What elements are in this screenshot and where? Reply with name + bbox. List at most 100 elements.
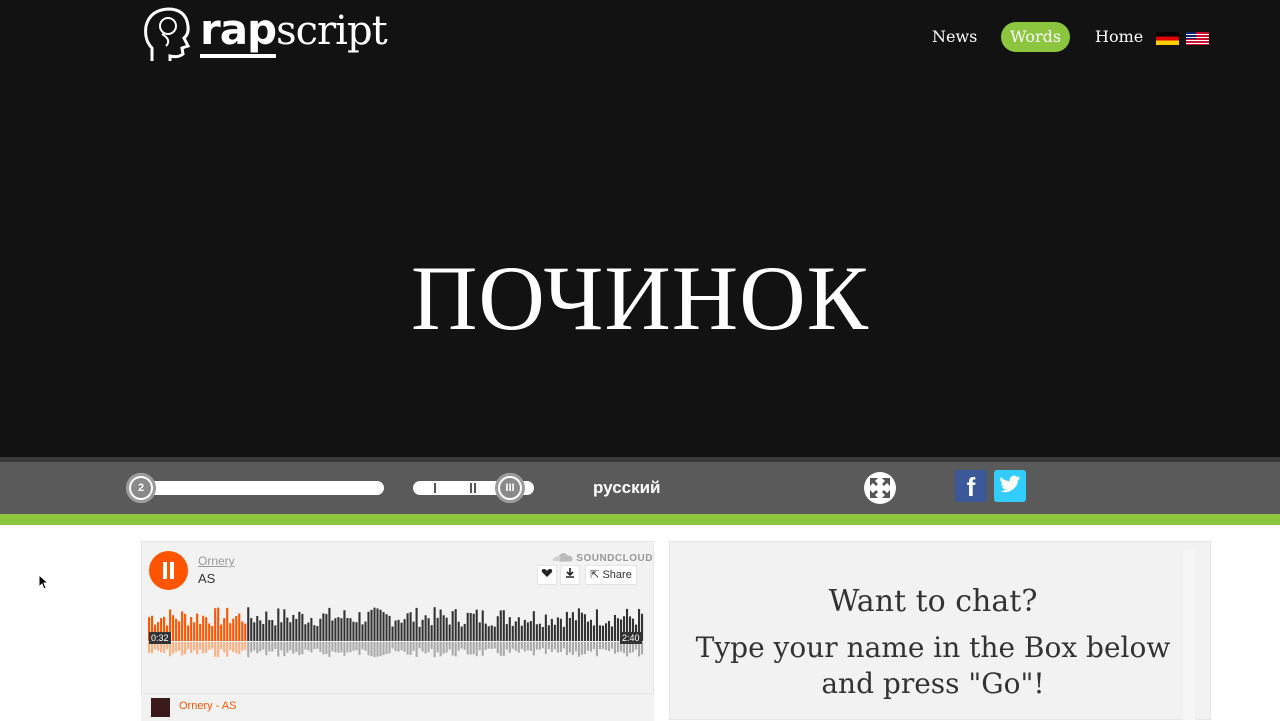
soundcloud-brand[interactable]: SOUNDCLOUD bbox=[553, 552, 653, 564]
waveform-reflection bbox=[322, 642, 325, 655]
expand-icon[interactable] bbox=[864, 472, 896, 504]
nav-news[interactable]: News bbox=[932, 22, 977, 52]
waveform-bar bbox=[508, 617, 511, 641]
waveform-bar bbox=[532, 611, 535, 641]
nav-home[interactable]: Home bbox=[1095, 22, 1143, 52]
waveform-reflection bbox=[499, 642, 502, 656]
waveform-reflection bbox=[541, 642, 544, 649]
waveform-reflection bbox=[292, 642, 295, 654]
like-button[interactable] bbox=[537, 565, 557, 585]
waveform-bar bbox=[466, 612, 469, 641]
waveform-bar bbox=[595, 609, 599, 641]
current-time: 0:32 bbox=[149, 632, 171, 644]
waveform-reflection bbox=[568, 642, 571, 653]
facebook-icon[interactable]: f bbox=[955, 470, 987, 502]
waveform-bar bbox=[226, 607, 229, 641]
waveform-bar bbox=[445, 617, 448, 641]
flag-de-icon[interactable] bbox=[1156, 32, 1179, 45]
waveform-bar bbox=[559, 618, 562, 641]
waveform-bar bbox=[514, 621, 517, 641]
level-slider-handle[interactable]: III bbox=[495, 473, 525, 503]
waveform-bar bbox=[427, 618, 430, 641]
waveform-reflection bbox=[226, 642, 229, 657]
speed-slider-handle[interactable]: 2 bbox=[126, 473, 156, 503]
waveform-reflection bbox=[193, 642, 196, 651]
waveform-bar bbox=[388, 615, 391, 641]
waveform-bar bbox=[520, 625, 523, 641]
twitter-icon[interactable] bbox=[994, 470, 1026, 502]
waveform-bar bbox=[349, 618, 352, 641]
waveform-reflection bbox=[301, 642, 304, 655]
twitter-bird-icon bbox=[1000, 475, 1021, 493]
level-tick bbox=[470, 483, 472, 493]
waveform-reflection bbox=[511, 642, 514, 649]
waveform-reflection bbox=[340, 642, 343, 653]
waveform-bar bbox=[457, 621, 460, 641]
waveform-reflection bbox=[367, 642, 370, 656]
waveform-reflection bbox=[565, 642, 568, 656]
waveform-reflection bbox=[328, 642, 331, 657]
accent-divider bbox=[0, 514, 1280, 525]
waveform-reflection bbox=[547, 642, 550, 650]
waveform-bar bbox=[607, 620, 611, 641]
waveform-reflection bbox=[460, 642, 463, 649]
waveform-reflection bbox=[505, 642, 508, 650]
waveform-reflection bbox=[217, 642, 220, 658]
waveform-reflection bbox=[172, 642, 175, 654]
waveform-bar bbox=[550, 618, 553, 641]
waveform-reflection bbox=[592, 642, 596, 649]
track-user-link[interactable]: Ornery bbox=[198, 554, 235, 568]
playlist-item-label[interactable]: Ornery - AS bbox=[179, 700, 236, 712]
waveform-reflection bbox=[307, 642, 310, 651]
waveform-bar bbox=[295, 618, 298, 641]
waveform-reflection bbox=[259, 642, 262, 652]
waveform-reflection bbox=[415, 642, 418, 657]
nav-words[interactable]: Words bbox=[1001, 22, 1070, 52]
waveform-reflection bbox=[178, 642, 181, 651]
chat-instructions: Type your name in the Box below and pres… bbox=[669, 630, 1197, 702]
waveform-reflection bbox=[421, 642, 424, 652]
waveform-bar bbox=[439, 609, 442, 641]
track-title[interactable]: AS bbox=[198, 571, 215, 586]
waveform-reflection bbox=[280, 642, 283, 651]
waveform-bar bbox=[565, 611, 568, 641]
waveform-reflection bbox=[604, 642, 608, 650]
waveform-bar bbox=[529, 621, 532, 641]
language-label[interactable]: русский bbox=[593, 478, 661, 498]
waveform-reflection bbox=[448, 642, 451, 650]
waveform-reflection bbox=[493, 642, 496, 649]
speed-slider-track[interactable] bbox=[140, 481, 384, 495]
waveform-reflection bbox=[508, 642, 511, 653]
download-button[interactable] bbox=[560, 565, 580, 585]
waveform-reflection bbox=[490, 642, 493, 650]
share-button[interactable]: ⇱ Share bbox=[585, 565, 637, 585]
waveform-reflection bbox=[331, 642, 334, 652]
total-time: 2:40 bbox=[620, 632, 642, 644]
waveform-reflection bbox=[475, 642, 478, 657]
waveform-reflection bbox=[532, 642, 535, 656]
waveform-bar bbox=[340, 618, 343, 641]
waveform-bar bbox=[400, 622, 403, 641]
waveform-reflection bbox=[562, 642, 565, 649]
waveform-reflection bbox=[211, 642, 214, 649]
waveform[interactable] bbox=[148, 607, 644, 659]
flag-uk-icon[interactable] bbox=[1186, 32, 1209, 45]
waveform-reflection bbox=[199, 642, 202, 650]
waveform-reflection bbox=[274, 642, 277, 650]
waveform-bar bbox=[361, 624, 364, 641]
waveform-reflection bbox=[400, 642, 403, 651]
waveform-bar bbox=[280, 622, 283, 641]
waveform-bar bbox=[367, 611, 370, 641]
waveform-bar bbox=[325, 614, 328, 641]
waveform-reflection bbox=[439, 642, 442, 657]
waveform-bar bbox=[436, 617, 439, 641]
pause-button[interactable] bbox=[149, 551, 188, 590]
waveform-bar bbox=[469, 613, 472, 641]
waveform-bar bbox=[571, 612, 574, 641]
waveform-reflection bbox=[625, 642, 629, 657]
waveform-reflection bbox=[451, 642, 454, 656]
waveform-reflection bbox=[544, 642, 547, 654]
waveform-reflection bbox=[247, 642, 250, 658]
waveform-reflection bbox=[175, 642, 178, 652]
waveform-bar bbox=[223, 618, 226, 641]
